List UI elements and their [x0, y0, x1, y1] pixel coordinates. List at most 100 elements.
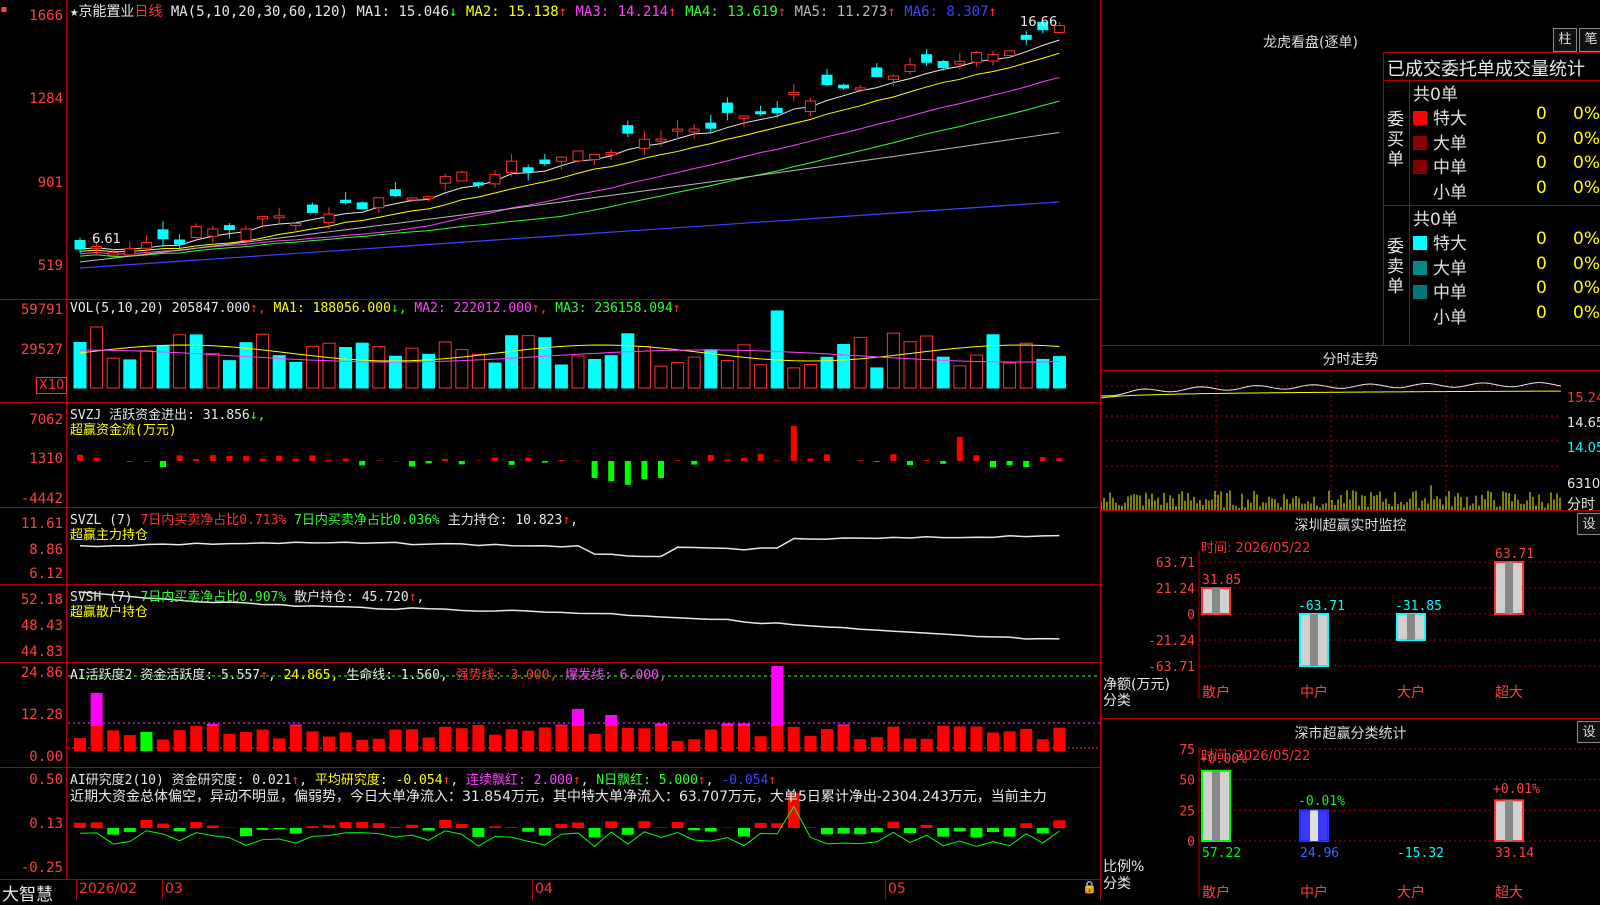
vol-bar: [539, 338, 551, 388]
candle-body: [224, 226, 234, 230]
svzl-panel[interactable]: SVZL (7) 7日内买卖净占比0.713% 7日内买卖净占比0.036% 主…: [0, 508, 1100, 585]
stock-name[interactable]: 京能置业: [78, 4, 134, 20]
svsh-panel[interactable]: SVSH (7) 7日内买卖净占比0.907% 散户持仓: 45.720↑, 超…: [0, 585, 1100, 663]
research-bar: [887, 822, 899, 828]
monitor-panel[interactable]: 深圳超赢实时监控 设 时间: 2026/05/22 63.7121.240-21…: [1100, 510, 1600, 718]
period-label[interactable]: 日线: [134, 4, 162, 20]
svzj-panel[interactable]: SVZJ 活跃资金进出: 31.856↓, 超赢资金流(万元) 7062 131…: [0, 403, 1100, 508]
intraday-chart[interactable]: [1101, 346, 1600, 511]
research-bar: [804, 827, 816, 828]
monitor-category: 超大: [1495, 685, 1523, 701]
ai-research-panel[interactable]: AI研究度2(10) 资金研究度: 0.021↑, 平均研究度: -0.054↑…: [0, 768, 1100, 880]
activity-bar: [1004, 731, 1016, 751]
color-swatch: [1413, 160, 1427, 174]
y-tick: -4442: [0, 491, 63, 507]
research-bar: [871, 828, 883, 832]
research-bar: [705, 828, 717, 831]
color-swatch: [1413, 285, 1427, 299]
candle-body: [922, 55, 932, 63]
y-tick: 11.61: [0, 516, 63, 532]
activity-bar: [821, 729, 833, 751]
kline-chart[interactable]: [0, 0, 1100, 300]
vol-bar: [638, 347, 650, 388]
activity-bar: [904, 739, 916, 751]
vol-bar: [107, 358, 119, 388]
research-bar: [755, 823, 767, 828]
vol-unit-badge: X10: [36, 377, 67, 394]
activity-bar-top: [838, 724, 850, 726]
vol-bar: [190, 335, 202, 388]
candle-body: [855, 88, 865, 90]
research-bar: [107, 828, 119, 835]
research-bar: [738, 828, 750, 836]
research-bar: [174, 828, 186, 831]
ma-label: MA(5,10,20,30,60,120): [171, 4, 348, 20]
order-size-label: 小单: [1433, 308, 1467, 328]
candle-body: [440, 176, 450, 183]
tick-toggle-button[interactable]: 笔: [1579, 28, 1600, 52]
class-top-label: +0.01%: [1493, 782, 1540, 797]
vol-bar: [904, 342, 916, 388]
flow-bar: [675, 460, 681, 461]
flow-bar: [608, 461, 614, 481]
class-panel[interactable]: 深市超赢分类统计 设 时间: 2026/05/22 7550250+0.00%-…: [1100, 718, 1600, 900]
bar-toggle-button[interactable]: 柱: [1553, 28, 1577, 52]
ai-activity-panel[interactable]: AI活跃度2 资金活跃度: 5.557↑, 24.865, 生命线: 1.560…: [0, 663, 1100, 768]
activity-bar: [871, 737, 883, 751]
main-holding-line: [80, 536, 1059, 557]
activity-bar: [721, 726, 733, 751]
vol-bar: [223, 361, 235, 388]
candle-body: [872, 68, 882, 77]
research-bar: [439, 820, 451, 828]
brand-label: 大智慧: [2, 880, 53, 905]
order-row: 大单: [1413, 129, 1467, 154]
research-bar: [423, 828, 435, 831]
flow-bar: [492, 458, 498, 461]
order-row: 小单: [1413, 178, 1467, 203]
activity-bar-top: [721, 723, 733, 726]
research-bar: [373, 823, 385, 828]
ai1-header: AI活跃度2 资金活跃度: 5.557↑, 24.865, 生命线: 1.560…: [70, 664, 667, 683]
ma-value-5: MA5: 11.273: [795, 4, 888, 20]
order-count: 0: [1536, 104, 1547, 124]
color-swatch: [1413, 111, 1427, 125]
monitor-xlabel: 分类: [1103, 690, 1131, 710]
flow-bar: [924, 460, 930, 461]
flow-bar: [940, 461, 946, 464]
vol-bar: [207, 354, 219, 388]
monitor-bar-shade: [1505, 562, 1513, 614]
class-bottom-label: -15.32: [1397, 846, 1444, 861]
buy-total: 共0单: [1413, 80, 1458, 105]
order-pct: 0%: [1573, 254, 1600, 274]
research-bar: [257, 828, 269, 830]
vol-bar: [887, 333, 899, 388]
vol-panel[interactable]: VOL(5,10,20) 205847.000↑, MA1: 188056.00…: [0, 300, 1100, 403]
monitor-bar-shade: [1407, 614, 1415, 640]
monitor-chart[interactable]: 63.7121.240-21.24-63.7131.85散户-63.71中户-3…: [1101, 511, 1600, 719]
class-xlabel: 分类: [1103, 873, 1131, 893]
activity-bar: [323, 737, 335, 751]
order-size-label: 中单: [1433, 283, 1467, 303]
lock-icon[interactable]: 🔒: [1082, 880, 1097, 894]
flow-bar: [509, 461, 515, 465]
y-tick: -0.25: [0, 860, 63, 876]
date-axis[interactable]: 大智慧 2026/02 03 04 05 🔒: [0, 880, 1100, 900]
date-label: 04: [535, 881, 553, 897]
research-bar: [340, 822, 352, 828]
flow-bar: [442, 459, 448, 461]
kline-panel[interactable]: ▪ ★京能置业日线 MA(5,10,20,30,60,120) MA1: 15.…: [0, 0, 1100, 300]
vol-bar: [456, 350, 468, 388]
ma6-line: [80, 202, 1059, 268]
date-label: 2026/02: [79, 881, 137, 897]
color-swatch: [1413, 236, 1427, 250]
flow-bar: [758, 454, 764, 461]
flow-bar: [1056, 458, 1062, 461]
intraday-panel[interactable]: 分时走势 15.24 14.65 14.05 6310 分时: [1100, 345, 1600, 510]
monitor-value: 31.85: [1202, 573, 1241, 588]
class-chart[interactable]: 7550250+0.00%-0.01%+0.01%57.2224.96-15.3…: [1101, 719, 1600, 901]
monitor-category: 大户: [1397, 684, 1425, 701]
activity-bar: [190, 726, 202, 751]
longhu-panel[interactable]: 龙虎看盘(逐单) 柱 笔 已成交委托单成交量统计 委买单 委卖单 共0单 特大0…: [1100, 0, 1600, 345]
vol-bar: [74, 343, 86, 388]
ma-values: MA1: 15.046↓ MA2: 15.138↑ MA3: 14.214↑ M…: [356, 4, 997, 20]
